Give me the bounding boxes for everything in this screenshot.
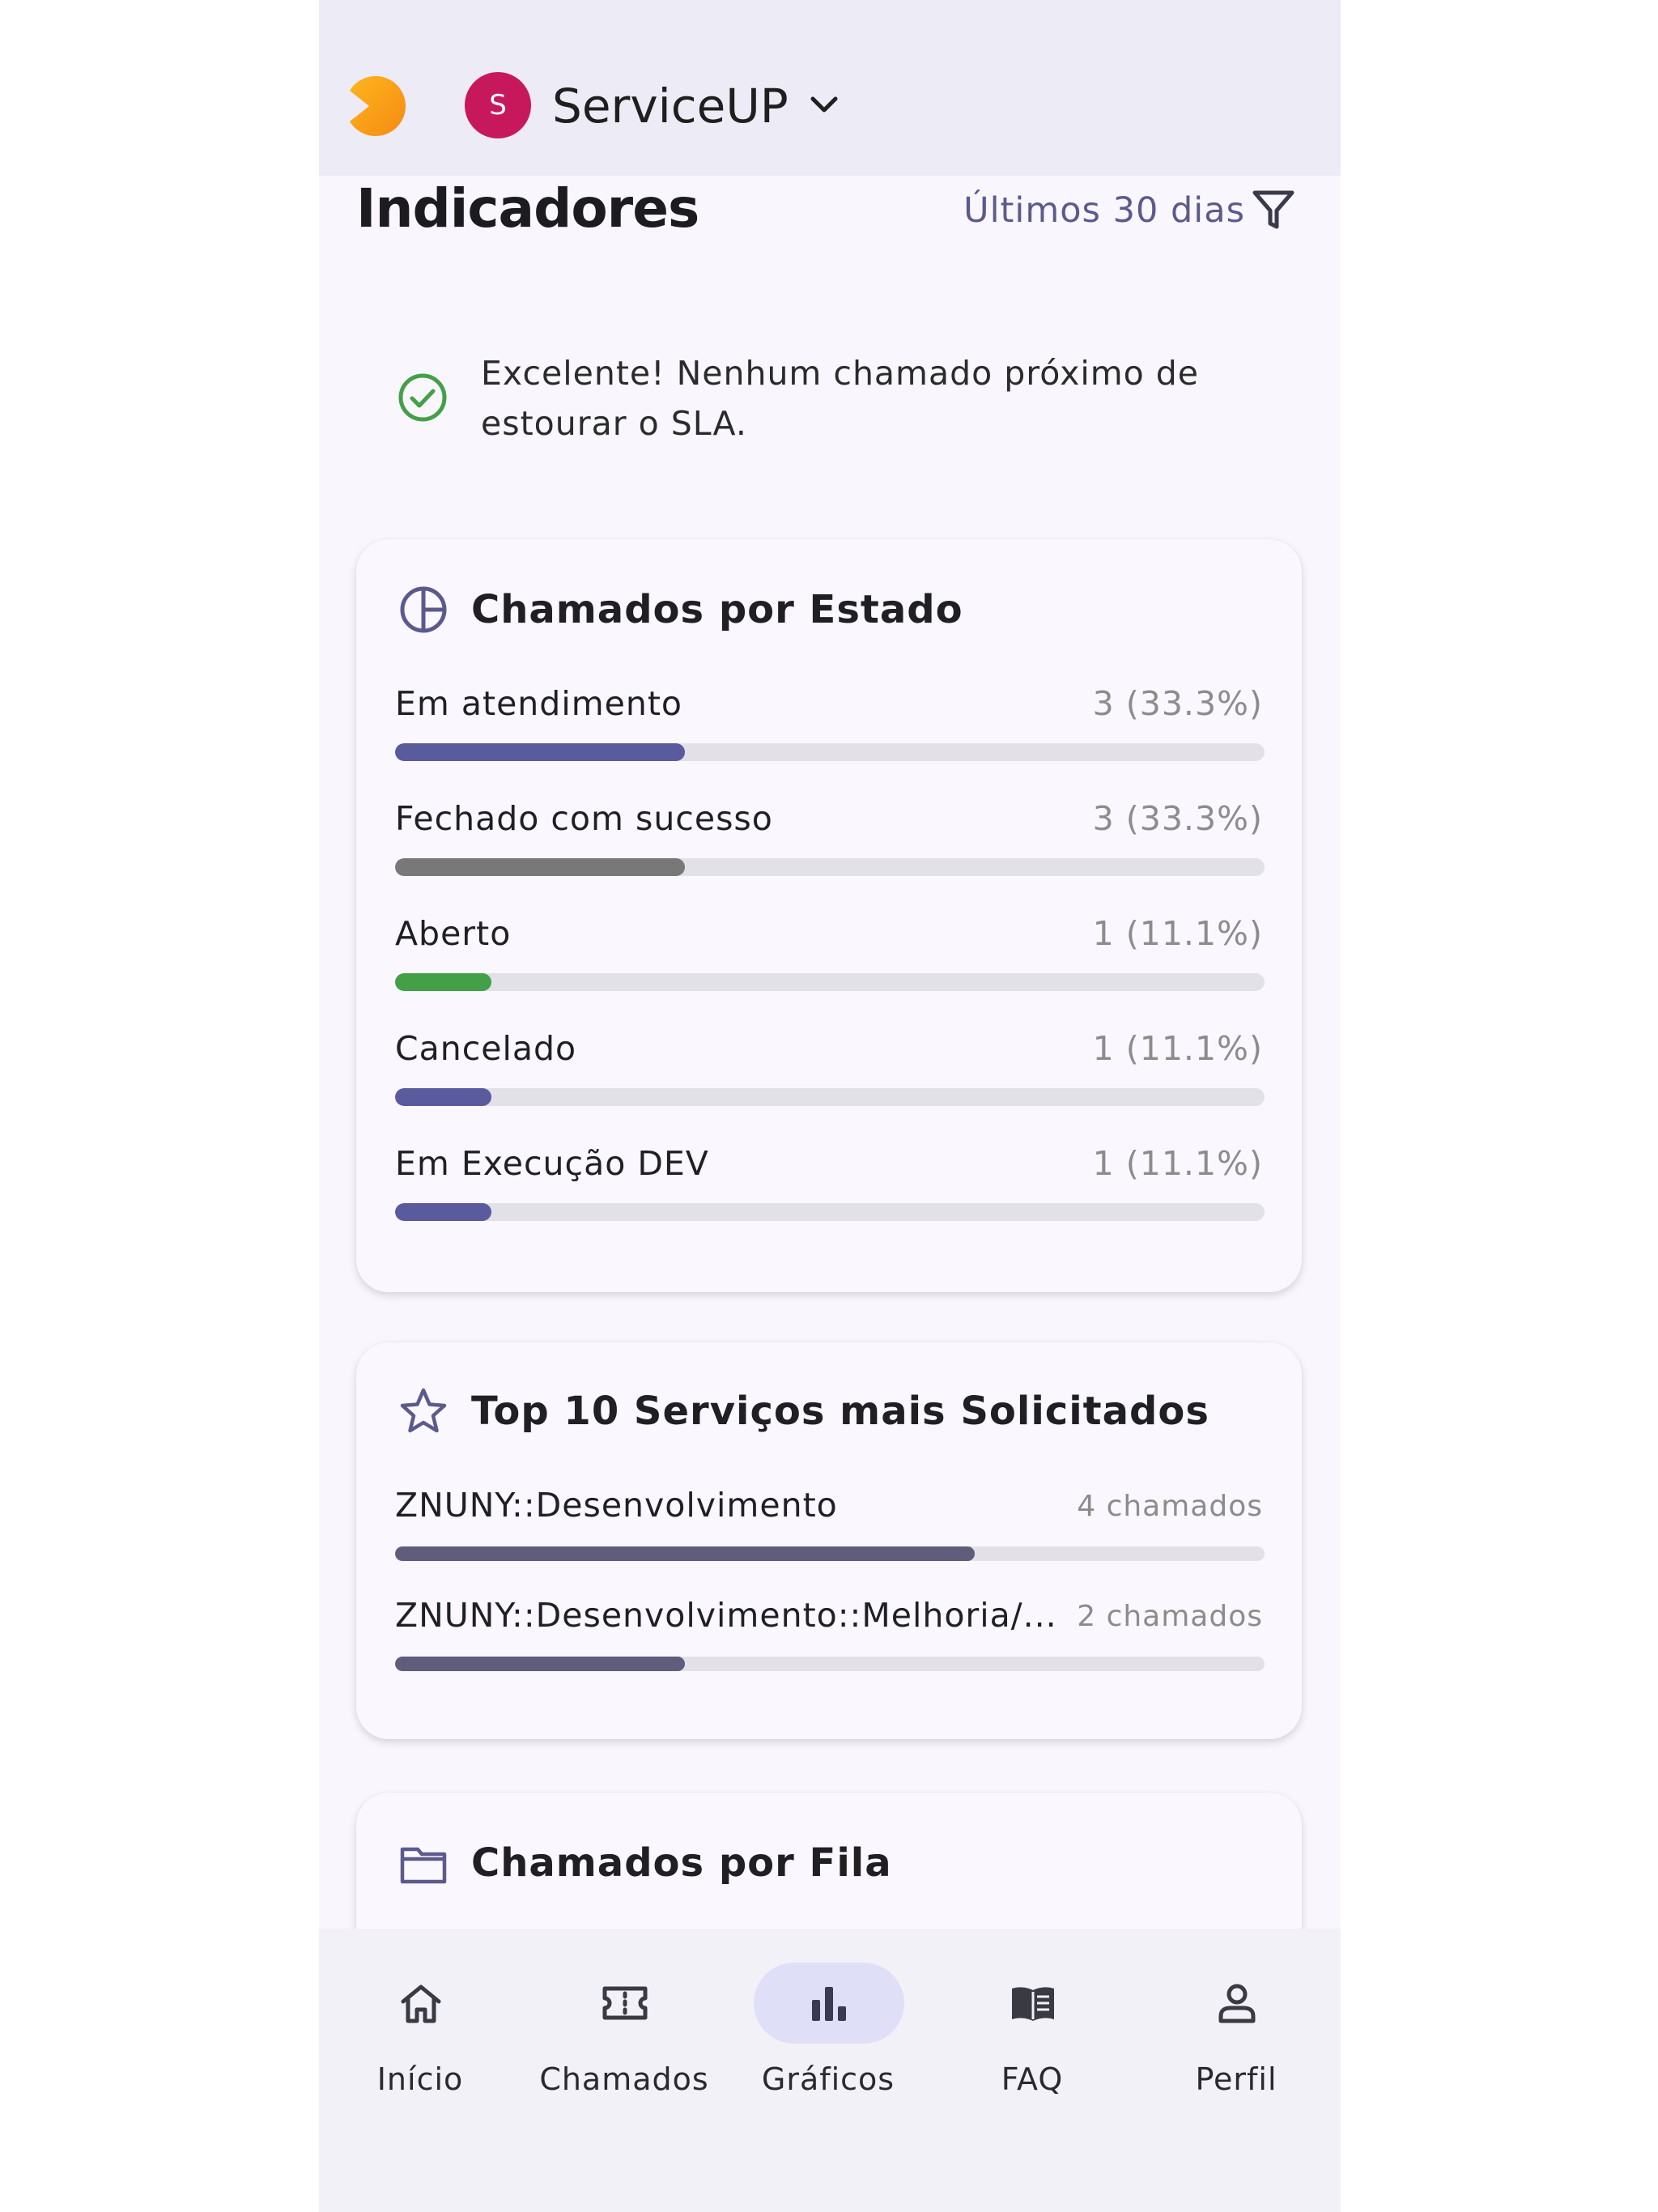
- status-row-label: Em atendimento: [395, 684, 683, 723]
- pie-chart-icon: [400, 586, 447, 633]
- status-row-value: 1 (11.1%): [1092, 914, 1263, 953]
- service-progress-track: [395, 1657, 1265, 1671]
- nav-item-faq[interactable]: FAQ: [931, 1963, 1133, 2125]
- app-logo-icon[interactable]: [345, 74, 406, 138]
- service-progress-track: [395, 1546, 1265, 1561]
- status-progress-track: [395, 858, 1265, 876]
- status-row-value: 3 (33.3%): [1092, 684, 1263, 723]
- person-icon: [1218, 1984, 1256, 2023]
- queue-card-title: Chamados por Fila: [471, 1840, 892, 1886]
- book-icon: [1012, 1987, 1054, 2021]
- period-filter-label[interactable]: Últimos 30 dias: [963, 188, 1245, 233]
- status-card: Chamados por Estado Em atendimento 3 (33…: [356, 539, 1302, 1292]
- bar-chart-icon: [812, 1987, 846, 2021]
- status-progress-fill: [395, 858, 685, 876]
- service-row-label: ZNUNY::Desenvolvimento: [395, 1486, 838, 1525]
- nav-item-chamados[interactable]: Chamados: [523, 1963, 725, 2125]
- nav-item-perfil[interactable]: Perfil: [1135, 1963, 1337, 2125]
- status-progress-track: [395, 1088, 1265, 1106]
- status-progress-fill: [395, 1203, 492, 1221]
- home-icon: [401, 1984, 441, 2023]
- service-row-label: ZNUNY::Desenvolvimento::Melhoria/...: [395, 1596, 1057, 1635]
- check-circle-icon: [398, 373, 447, 422]
- star-icon: [400, 1388, 447, 1433]
- nav-label: Início: [376, 2061, 464, 2097]
- filter-icon[interactable]: [1252, 188, 1295, 232]
- status-row-value: 1 (11.1%): [1092, 1029, 1263, 1068]
- tenant-name[interactable]: ServiceUP: [552, 78, 789, 134]
- page-title: Indicadores: [356, 177, 699, 240]
- status-progress-track: [395, 973, 1265, 991]
- status-row-label: Em Execução DEV: [395, 1144, 709, 1183]
- top-app-bar: S ServiceUP: [319, 0, 1341, 176]
- nav-label: FAQ: [1001, 2061, 1064, 2097]
- status-progress-fill: [395, 743, 685, 761]
- chevron-down-icon[interactable]: [808, 92, 840, 118]
- bottom-navigation: Início Chamados Gráficos FAQ Perfil: [319, 1929, 1341, 2212]
- status-row-label: Aberto: [395, 914, 512, 953]
- status-row-value: 1 (11.1%): [1092, 1144, 1263, 1183]
- service-row-value: 2 chamados: [1077, 1600, 1263, 1633]
- folder-icon: [400, 1847, 447, 1884]
- ticket-icon: [602, 1986, 648, 2020]
- status-row-label: Cancelado: [395, 1029, 577, 1068]
- status-row-label: Fechado com sucesso: [395, 799, 773, 838]
- status-progress-track: [395, 1203, 1265, 1221]
- nav-label: Gráficos: [761, 2061, 895, 2097]
- service-row-value: 4 chamados: [1077, 1490, 1263, 1523]
- tenant-avatar[interactable]: S: [465, 72, 531, 138]
- status-card-title: Chamados por Estado: [471, 587, 963, 632]
- status-progress-track: [395, 743, 1265, 761]
- nav-label: Perfil: [1195, 2061, 1278, 2097]
- service-progress-fill: [395, 1546, 976, 1561]
- service-progress-fill: [395, 1657, 685, 1671]
- status-progress-fill: [395, 1088, 492, 1106]
- services-card-title: Top 10 Serviços mais Solicitados: [471, 1389, 1209, 1434]
- status-row-value: 3 (33.3%): [1092, 799, 1263, 838]
- services-card: Top 10 Serviços mais Solicitados ZNUNY::…: [356, 1342, 1302, 1739]
- nav-item-inicio[interactable]: Início: [319, 1963, 521, 2125]
- nav-item-graficos[interactable]: Gráficos: [727, 1963, 929, 2125]
- sla-banner-message: Excelente! Nenhum chamado próximo de est…: [481, 354, 1200, 443]
- status-progress-fill: [395, 973, 492, 991]
- app-screen: S ServiceUP Indicadores Últimos 30 dias …: [319, 0, 1341, 2212]
- nav-label: Chamados: [539, 2061, 709, 2097]
